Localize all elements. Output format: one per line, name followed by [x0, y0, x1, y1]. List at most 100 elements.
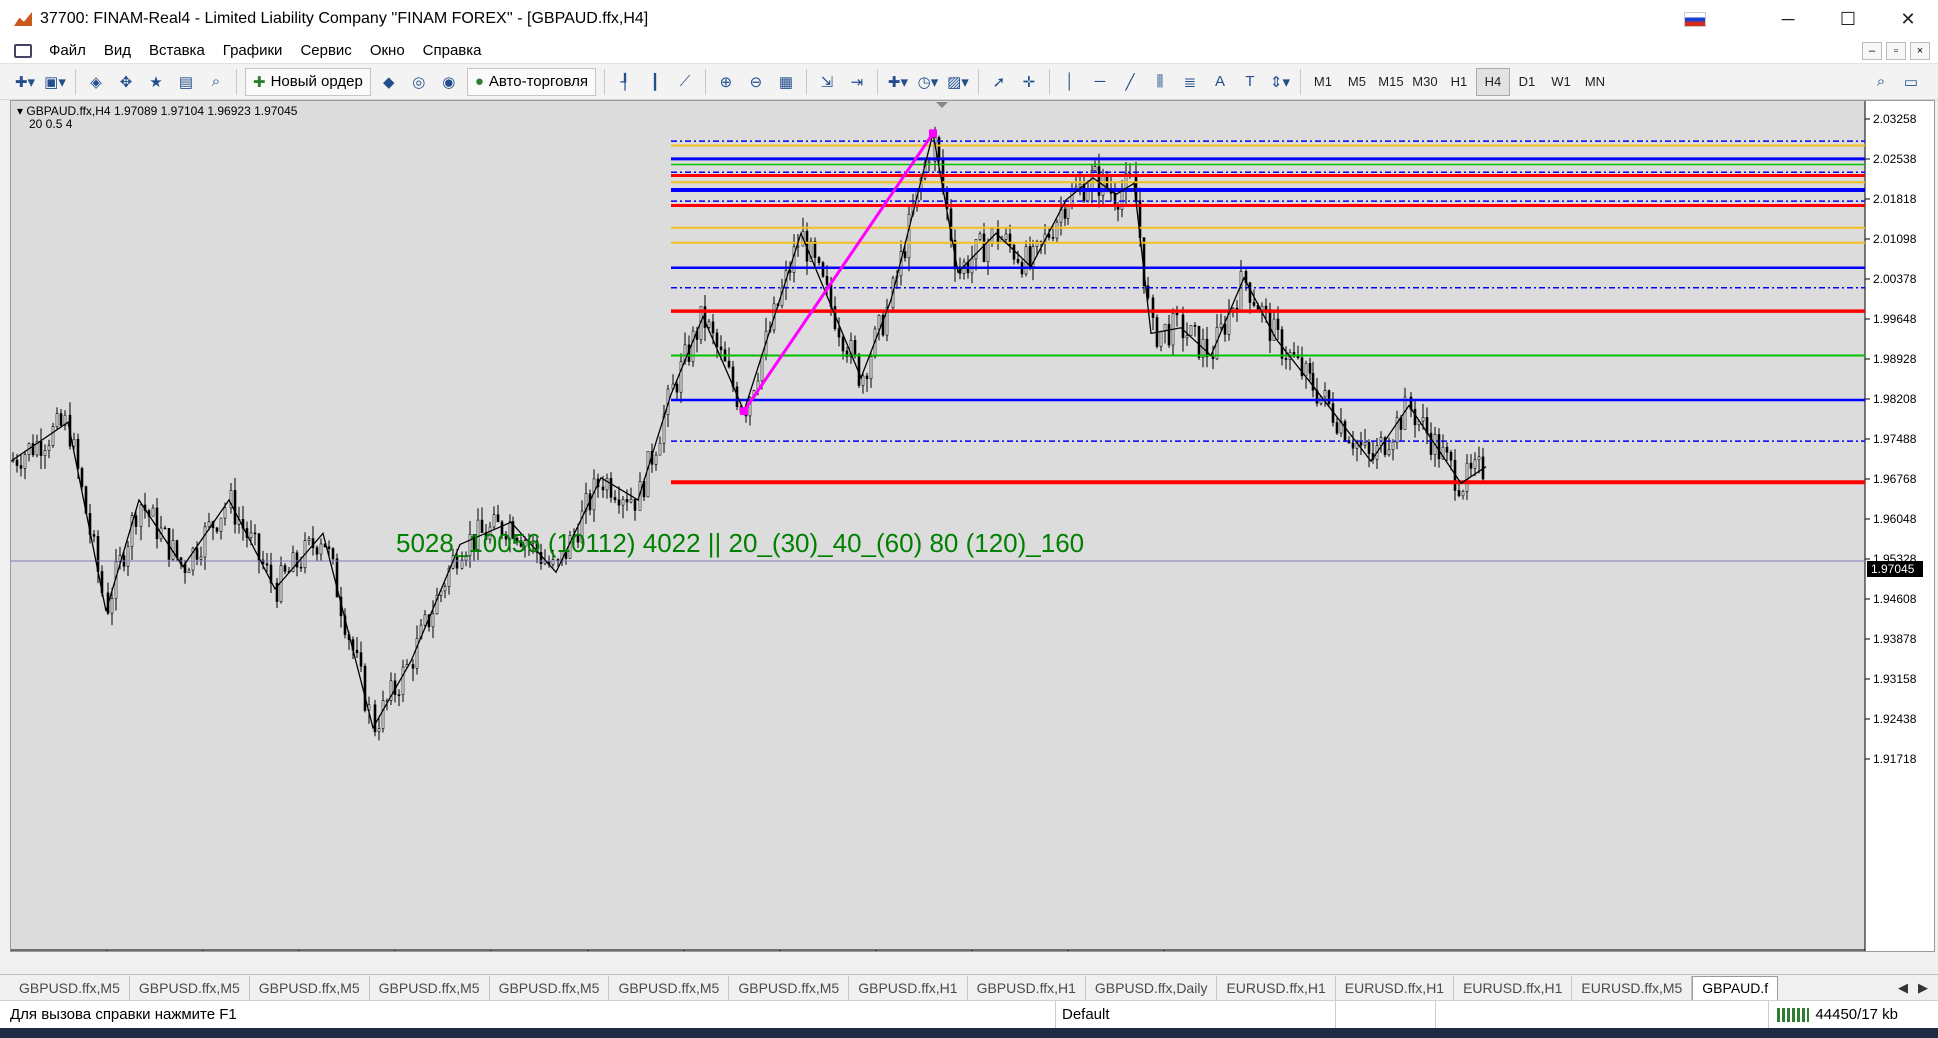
chart-tab-active[interactable]: GBPAUD.f — [1692, 975, 1779, 1000]
zoom-out-icon[interactable]: ⊖ — [741, 68, 771, 96]
templates-icon[interactable]: ▨▾ — [943, 68, 973, 96]
arrows-icon[interactable]: ⇕▾ — [1265, 68, 1295, 96]
timeframe-mn[interactable]: MN — [1578, 68, 1612, 96]
menu-charts[interactable]: Графики — [214, 39, 292, 63]
chart-tab[interactable]: EURUSD.ffx,H1 — [1454, 975, 1573, 1000]
candle-body — [1445, 446, 1449, 453]
candle-body — [1280, 329, 1284, 359]
timeframe-m30[interactable]: M30 — [1408, 68, 1442, 96]
equidistant-channel-icon[interactable]: ⫼ — [1145, 68, 1175, 96]
menu-help[interactable]: Справка — [414, 39, 491, 63]
timeframe-m5[interactable]: M5 — [1340, 68, 1374, 96]
crosshair-icon[interactable]: ✛ — [1014, 68, 1044, 96]
chart-window[interactable]: 5028_10056 (10112) 4022 || 20_(30)_40_(6… — [10, 100, 1935, 952]
chart-shift-icon[interactable]: ⇥ — [842, 68, 872, 96]
menu-file[interactable]: Файл — [40, 39, 95, 63]
candle-body — [377, 728, 381, 733]
tab-scroll-right-icon[interactable]: ▶ — [1918, 980, 1928, 996]
indicators-icon[interactable]: ✚▾ — [883, 68, 913, 96]
tab-scroll-left-icon[interactable]: ◀ — [1898, 980, 1908, 996]
candle-body — [877, 315, 881, 330]
language-flag-icon[interactable] — [1684, 11, 1706, 27]
periods-clock-icon[interactable]: ◷▾ — [913, 68, 943, 96]
candle-body — [110, 598, 114, 614]
candlestick-icon[interactable]: ┃ — [640, 68, 670, 96]
navigator-icon[interactable]: ★ — [141, 68, 171, 96]
new-chart-icon[interactable]: ✚▾ — [10, 68, 40, 96]
chart-tab[interactable]: GBPUSD.ffx,M5 — [10, 975, 130, 1000]
cursor-icon[interactable]: ➚ — [984, 68, 1014, 96]
text-label-icon[interactable]: T — [1235, 68, 1265, 96]
chart-tabs: GBPUSD.ffx,M5 GBPUSD.ffx,M5 GBPUSD.ffx,M… — [0, 974, 1938, 1000]
chart-tab[interactable]: EURUSD.ffx,H1 — [1217, 975, 1336, 1000]
close-button[interactable]: ✕ — [1878, 0, 1938, 38]
timeframe-w1[interactable]: W1 — [1544, 68, 1578, 96]
candle-body — [1004, 233, 1008, 240]
data-window-icon[interactable]: ✥ — [111, 68, 141, 96]
auto-scroll-icon[interactable]: ⇲ — [812, 68, 842, 96]
fibonacci-icon[interactable]: ≣ — [1175, 68, 1205, 96]
impulse-start-marker — [740, 407, 748, 416]
timeframe-h1[interactable]: H1 — [1442, 68, 1476, 96]
new-order-button[interactable]: ✚ Новый ордер — [245, 67, 371, 96]
menu-insert[interactable]: Вставка — [140, 39, 214, 63]
candle-body — [1211, 356, 1215, 360]
market-watch-icon[interactable]: ◈ — [81, 68, 111, 96]
mdi-minimize-button[interactable]: – — [1862, 41, 1882, 60]
candle-body — [1421, 417, 1425, 422]
timeframe-h4[interactable]: H4 — [1475, 67, 1510, 96]
chart-tab[interactable]: GBPUSD.ffx,M5 — [250, 975, 370, 1000]
meta-editor-icon[interactable]: ◆ — [374, 68, 404, 96]
menu-tools[interactable]: Сервис — [291, 39, 360, 63]
chart-tab[interactable]: GBPUSD.ffx,H1 — [968, 975, 1086, 1000]
price-tick-label: 1.93158 — [1873, 672, 1917, 686]
zoom-in-icon[interactable]: ⊕ — [711, 68, 741, 96]
horizontal-line-icon[interactable]: ─ — [1085, 68, 1115, 96]
status-cell — [1335, 1000, 1435, 1029]
signals-icon[interactable]: ◎ — [404, 68, 434, 96]
candle-body — [1399, 417, 1403, 430]
mdi-restore-button[interactable]: ▫ — [1886, 41, 1906, 60]
connection-status[interactable]: 44450/17 kb — [1768, 1000, 1938, 1029]
candle-body — [411, 664, 415, 669]
chart-tab[interactable]: GBPUSD.ffx,Daily — [1086, 975, 1218, 1000]
text-icon[interactable]: A — [1205, 68, 1235, 96]
timeframe-d1[interactable]: D1 — [1510, 68, 1544, 96]
chart-tab[interactable]: GBPUSD.ffx,M5 — [490, 975, 610, 1000]
strategy-tester-icon[interactable]: ⌕ — [201, 68, 231, 96]
status-profile[interactable]: Default — [1055, 1000, 1335, 1029]
line-chart-icon[interactable]: ⟋ — [670, 68, 700, 96]
connection-bars-icon — [1777, 1007, 1810, 1022]
maximize-button[interactable]: ☐ — [1818, 0, 1878, 38]
terminal-icon[interactable]: ▤ — [171, 68, 201, 96]
candle-body — [51, 426, 55, 446]
chart-tab[interactable]: EURUSD.ffx,M5 — [1572, 975, 1693, 1000]
chart-tab[interactable]: EURUSD.ffx,H1 — [1336, 975, 1455, 1000]
chart-tab[interactable]: GBPUSD.ffx,M5 — [729, 975, 850, 1000]
price-chart[interactable]: 5028_10056 (10112) 4022 || 20_(30)_40_(6… — [11, 101, 1934, 951]
chart-tab[interactable]: GBPUSD.ffx,M5 — [130, 975, 250, 1000]
document-menu-icon[interactable] — [14, 43, 32, 58]
chart-tab[interactable]: GBPUSD.ffx,M5 — [609, 975, 730, 1000]
trendline-icon[interactable]: ╱ — [1115, 68, 1145, 96]
tile-windows-icon[interactable]: ▦ — [771, 68, 801, 96]
candle-body — [265, 563, 269, 566]
radar-icon[interactable]: ◉ — [434, 68, 464, 96]
timeframe-m15[interactable]: M15 — [1374, 68, 1408, 96]
candle-body — [299, 566, 303, 569]
price-axis: 2.03258 2.02538 2.01818 2.01098 2.00378 1.996… — [1865, 112, 1917, 766]
chart-tab[interactable]: GBPUSD.ffx,H1 — [849, 975, 968, 1000]
chat-icon[interactable]: ▭ — [1896, 68, 1926, 96]
profiles-icon[interactable]: ▣▾ — [40, 68, 70, 96]
timeframe-m1[interactable]: M1 — [1306, 68, 1340, 96]
minimize-button[interactable]: ─ — [1758, 0, 1818, 38]
vertical-line-icon[interactable]: │ — [1055, 68, 1085, 96]
auto-trading-button[interactable]: ● Авто-торговля — [466, 67, 596, 96]
candle-body — [907, 213, 911, 259]
mdi-close-button[interactable]: × — [1910, 41, 1930, 60]
chart-tab[interactable]: GBPUSD.ffx,M5 — [370, 975, 490, 1000]
menu-view[interactable]: Вид — [95, 39, 140, 63]
bar-chart-icon[interactable]: ┦ — [610, 68, 640, 96]
search-icon[interactable]: ⌕ — [1866, 68, 1896, 96]
menu-window[interactable]: Окно — [361, 39, 414, 63]
